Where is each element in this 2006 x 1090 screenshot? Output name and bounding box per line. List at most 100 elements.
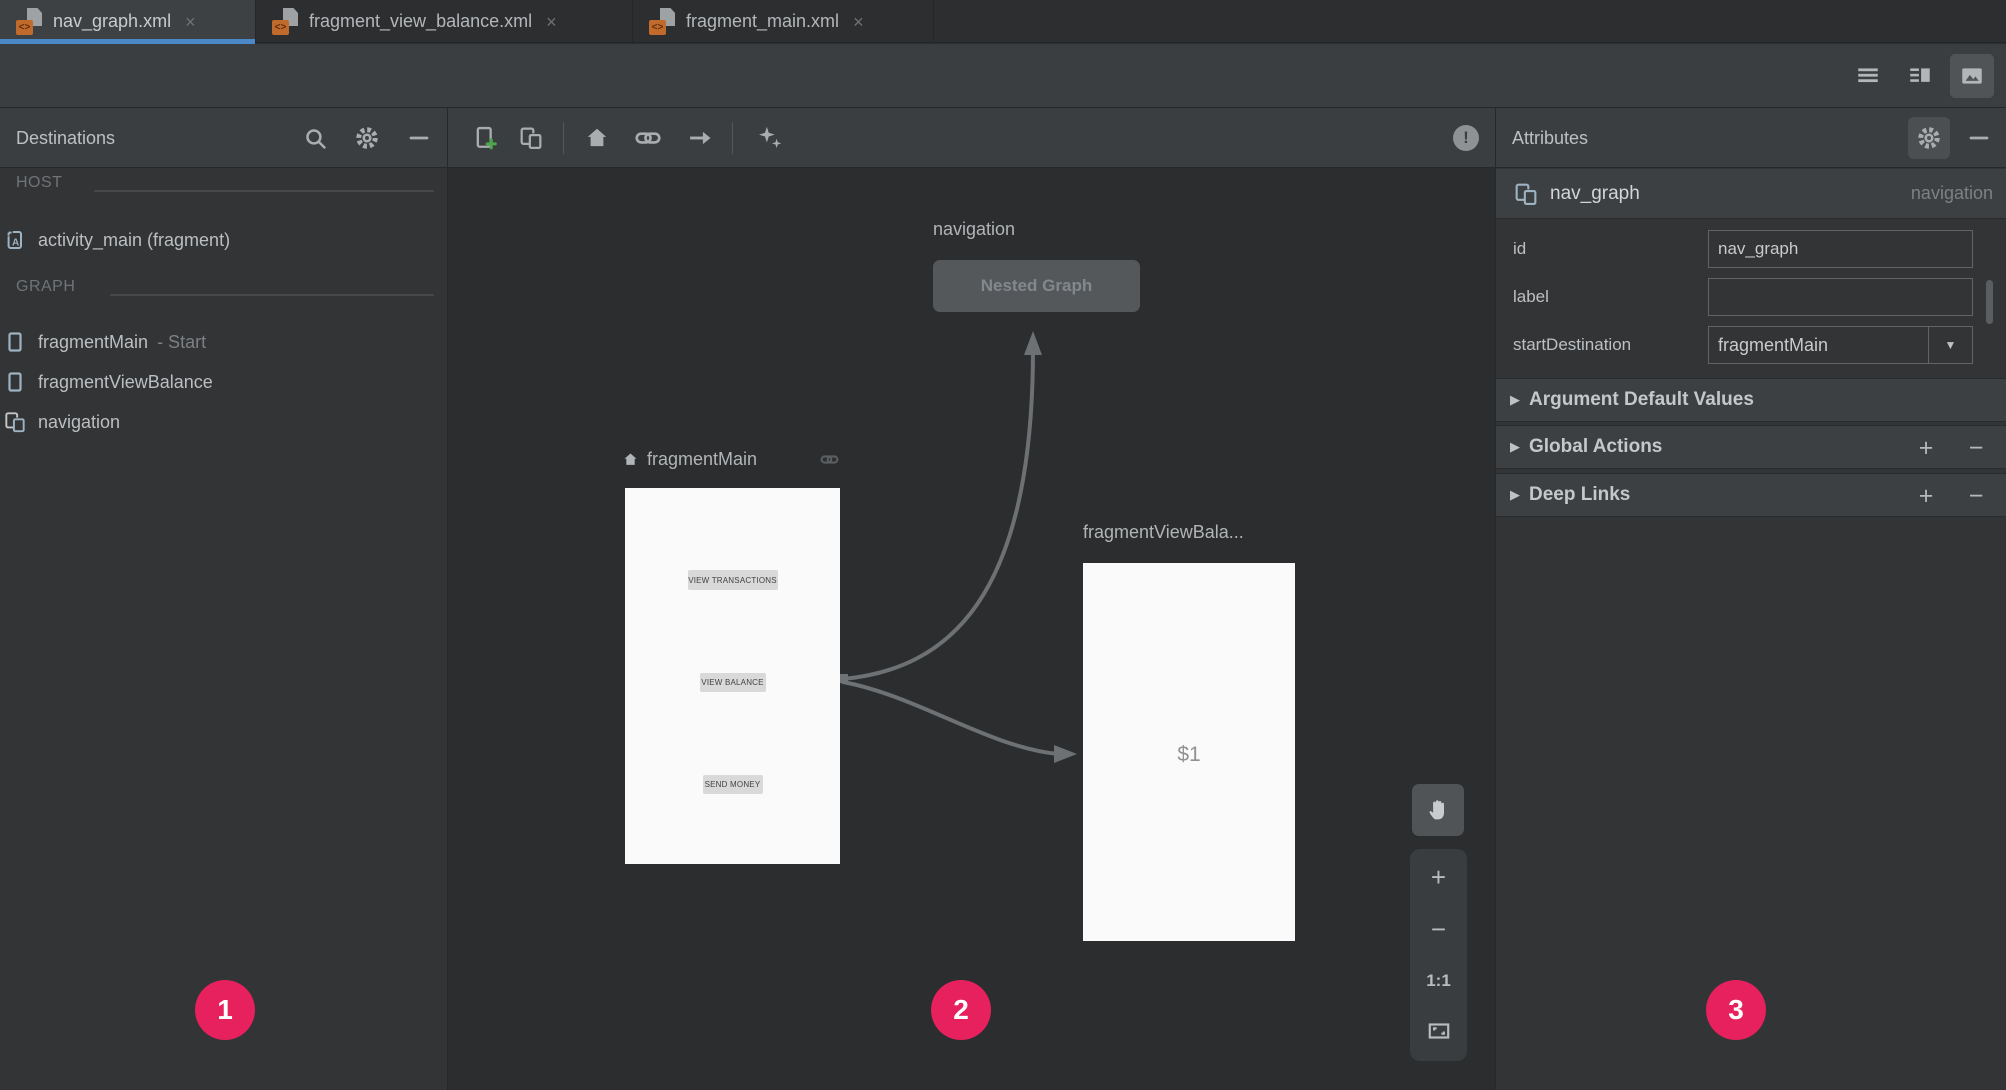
fragment-view-balance-preview[interactable]: $1 [1083,563,1295,941]
auto-arrange-button[interactable] [754,122,786,154]
view-transactions-button: VIEW TRANSACTIONS [687,570,778,590]
expand-arrow-icon[interactable]: ▶ [1510,439,1520,455]
canvas-toolbar: ! [448,108,1495,168]
destination-item-navigation[interactable]: navigation [0,402,448,442]
zoom-to-fit-button[interactable] [1410,1007,1467,1055]
link-icon [633,123,663,153]
hide-panel-button[interactable] [398,117,440,159]
issue-indicator[interactable]: ! [1453,125,1479,151]
zoom-out-button[interactable]: − [1410,905,1467,953]
home-icon [584,125,610,151]
deep-link-button[interactable] [632,122,664,154]
toolbar-separator [563,122,564,154]
chevron-down-icon[interactable]: ▼ [1928,327,1972,363]
tab-label: fragment_view_balance.xml [309,11,533,31]
nested-node-title: navigation [933,219,1016,239]
section-label: Argument Default Values [1529,389,1754,410]
id-field-label: id [1513,239,1527,258]
attributes-header: Attributes [1496,108,2006,168]
zoom-actual-size-button[interactable]: 1:1 [1410,957,1467,1005]
balance-text: $1 [1177,743,1201,766]
attributes-title: Attributes [1512,127,1589,148]
tab-close-icon[interactable]: × [185,13,196,31]
code-view-button[interactable] [1846,54,1890,98]
expand-arrow-icon[interactable]: ▶ [1510,392,1520,408]
annotation-badge-2: 2 [931,980,991,1040]
fragment-view-balance-title[interactable]: fragmentViewBala... [1083,522,1244,543]
sparkles-icon [755,123,785,153]
add-deep-link-button[interactable]: + [1909,474,1943,518]
nested-node-button-label: Nested Graph [980,276,1093,295]
fragment-main-preview[interactable]: VIEW TRANSACTIONS VIEW BALANCE SEND MONE… [625,488,840,864]
pan-tool-button[interactable] [1412,784,1464,836]
activity-icon: A [0,228,30,252]
panel-scrollbar-thumb[interactable] [1986,280,1993,324]
tab-close-icon[interactable]: × [853,13,864,31]
tab-nav-graph[interactable]: <> nav_graph.xml × [0,0,256,44]
new-nested-graph-button[interactable] [515,122,547,154]
gear-icon [354,125,380,151]
host-section-rule [94,190,434,192]
xml-file-icon: <> [16,8,43,35]
section-argument-default-values[interactable]: ▶ Argument Default Values [1496,378,2006,422]
destination-item-activity-main[interactable]: A activity_main (fragment) [0,220,448,260]
start-destination-dropdown[interactable]: fragmentMain ▼ [1708,326,1973,364]
destinations-panel: Destinations HOST A activity_main (fragm… [0,108,448,1090]
label-field-input[interactable] [1708,278,1973,316]
nested-graph-node[interactable]: Nested Graph [933,260,1140,312]
search-icon [303,126,328,151]
section-label: Deep Links [1529,484,1631,505]
attributes-settings-button[interactable] [1908,117,1950,159]
remove-deep-link-button[interactable]: − [1959,474,1993,518]
host-section-label: HOST [16,174,63,191]
design-image-icon [1959,63,1985,89]
id-field-input[interactable] [1708,230,1973,268]
fit-screen-icon [1426,1018,1452,1044]
zoom-controls: + − 1:1 [1410,849,1467,1061]
action-edge-to-navigation[interactable] [841,347,1035,681]
expand-arrow-icon[interactable]: ▶ [1510,487,1520,503]
assign-start-destination-button[interactable] [581,122,613,154]
start-destination-suffix: - Start [157,331,207,352]
svg-text:A: A [12,237,19,248]
action-connector-handle[interactable] [839,674,848,683]
destination-label: navigation [38,411,121,432]
selected-component-row: nav_graph navigation [1496,169,2006,219]
tab-close-icon[interactable]: × [546,13,557,31]
deep-link-indicator-icon [819,449,840,470]
zoom-in-button[interactable]: + [1410,853,1467,901]
annotation-badge-3: 3 [1706,980,1766,1040]
hide-attributes-button[interactable] [1958,117,2000,159]
settings-button[interactable] [346,117,388,159]
tab-label: fragment_main.xml [686,11,840,31]
nested-graph-icon [517,124,545,152]
section-deep-links[interactable]: ▶ Deep Links + − [1496,473,2006,517]
view-balance-button: VIEW BALANCE [699,673,766,692]
tab-fragment-view-balance[interactable]: <> fragment_view_balance.xml × [256,0,633,43]
attributes-panel: Attributes nav_graph navigation id nav_g… [1495,108,2006,1090]
add-destination-button[interactable] [470,122,502,154]
destination-label: fragmentMain [38,331,149,352]
fragment-main-title-row[interactable]: fragmentMain [622,449,840,470]
tab-fragment-main[interactable]: <> fragment_main.xml × [633,0,934,43]
fragment-icon [0,330,30,354]
arrow-icon [686,124,714,152]
start-destination-field-label: startDestination [1513,335,1632,354]
canvas-body[interactable]: navigation Nested Graph fragmentMain VIE… [448,169,1495,1090]
fragment-icon [0,370,30,394]
destinations-title: Destinations [16,127,116,148]
split-view-icon [1907,63,1933,89]
search-button[interactable] [294,117,336,159]
destination-item-fragment-view-balance[interactable]: fragmentViewBalance [0,362,448,402]
action-button[interactable] [684,122,716,154]
node-title: fragmentMain [647,449,758,469]
nested-graph-icon [1512,180,1540,208]
split-view-button[interactable] [1898,54,1942,98]
destination-item-fragment-main[interactable]: fragmentMain - Start [0,322,448,362]
add-global-action-button[interactable]: + [1909,426,1943,470]
gear-icon [1916,125,1942,151]
design-view-button[interactable] [1950,54,1994,98]
action-edge-to-view-balance[interactable] [841,680,1060,756]
remove-global-action-button[interactable]: − [1959,426,1993,470]
section-global-actions[interactable]: ▶ Global Actions + − [1496,425,2006,469]
